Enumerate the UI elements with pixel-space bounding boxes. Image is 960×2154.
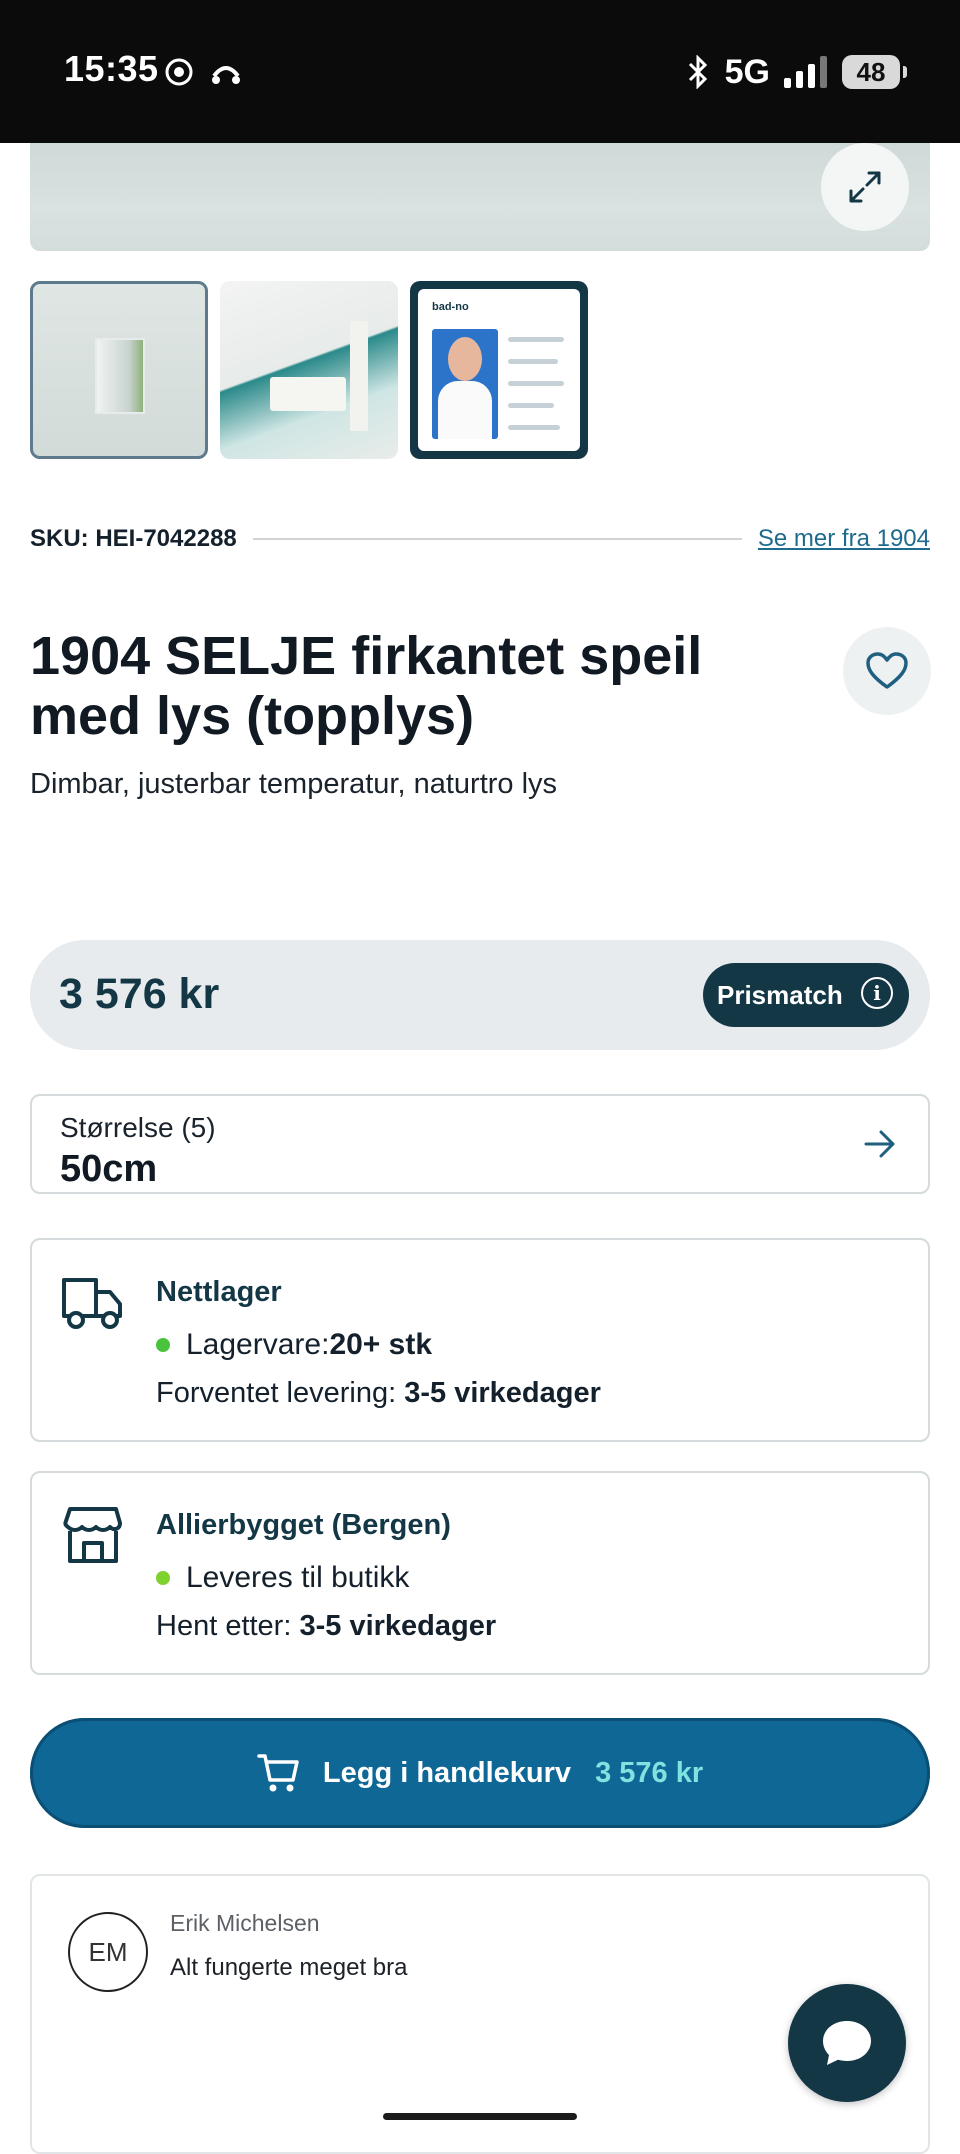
- reviewer-name: Erik Michelsen: [170, 1910, 320, 1936]
- brand-more-link[interactable]: Se mer fra 1904: [758, 525, 930, 553]
- mirror-image: [95, 338, 145, 414]
- person-shirt: [438, 381, 492, 439]
- pickup-prefix: Hent etter:: [156, 1610, 300, 1642]
- review-text: Alt fungerte meget bra: [170, 1954, 408, 1981]
- sku-text: SKU: HEI-7042288: [30, 525, 237, 552]
- pickup-value: 3-5 virkedager: [299, 1610, 497, 1642]
- add-to-cart-button[interactable]: Legg i handlekurv 3 576 kr: [30, 1718, 930, 1828]
- bluetooth-icon: [688, 55, 707, 89]
- vanity-cabinet-image: [270, 377, 346, 411]
- product-hero-image[interactable]: [30, 143, 930, 251]
- cart-icon: [257, 1754, 299, 1792]
- battery-level: 48: [856, 56, 886, 87]
- tall-cabinet-image: [350, 321, 368, 431]
- thumbnail-badno-info[interactable]: bad-no: [410, 281, 588, 459]
- product-title: 1904 SELJE firkantet speil med lys (topp…: [30, 626, 703, 746]
- heart-icon: [866, 652, 908, 689]
- thumbnail-mirror[interactable]: [30, 281, 208, 459]
- status-bar: 15:35 5G 48: [0, 0, 960, 143]
- chat-button[interactable]: [788, 1984, 906, 2102]
- store-icon: [63, 1507, 122, 1563]
- in-stock-dot: [156, 1338, 170, 1352]
- person-face: [448, 337, 482, 381]
- product-subtitle: Dimbar, justerbar temperatur, naturtro l…: [30, 768, 558, 800]
- sku-row: SKU: HEI-7042288 Se mer fra 1904: [30, 524, 930, 554]
- favorite-button[interactable]: [843, 627, 931, 715]
- online-delivery-eta: Forventet levering: 3-5 virkedager: [156, 1377, 601, 1410]
- battery-indicator: 48: [842, 55, 907, 89]
- store-pickup-eta: Hent etter: 3-5 virkedager: [156, 1610, 496, 1643]
- notification-icons: [165, 58, 240, 86]
- thumbnail-strip: bad-no: [30, 281, 588, 459]
- truck-icon: [62, 1278, 122, 1329]
- store-stock-title: Allierbygget (Bergen): [156, 1509, 451, 1541]
- thumbnail-bathroom[interactable]: [220, 281, 398, 459]
- info-line: [508, 359, 558, 364]
- eta-prefix: Forventet levering:: [156, 1377, 405, 1409]
- price: 3 576 kr: [59, 970, 220, 1018]
- status-time: 15:35: [64, 48, 159, 89]
- store-status-text: Leveres til butikk: [186, 1561, 410, 1594]
- signal-icon: [784, 56, 827, 88]
- delivery-dot: [156, 1571, 170, 1585]
- expand-image-button[interactable]: [821, 143, 909, 231]
- price-bar: 3 576 kr Prismatch i: [30, 940, 930, 1050]
- stock-status-prefix: Lagervare:: [186, 1328, 330, 1361]
- size-value: 50cm: [60, 1148, 158, 1190]
- info-line: [508, 403, 554, 408]
- online-stock-status: Lagervare: 20+ stk: [156, 1328, 432, 1362]
- store-stock-card: Allierbygget (Bergen) Leveres til butikk…: [30, 1471, 930, 1675]
- arrow-right-icon: [864, 1130, 895, 1158]
- store-stock-status: Leveres til butikk: [156, 1561, 409, 1595]
- size-label: Størrelse (5): [60, 1112, 216, 1143]
- expand-icon: [849, 171, 881, 203]
- home-indicator: [383, 2113, 577, 2120]
- online-stock-card: Nettlager Lagervare: 20+ stk Forventet l…: [30, 1238, 930, 1442]
- network-type: 5G: [724, 52, 770, 91]
- avatar: EM: [68, 1912, 148, 1992]
- avatar-initials: EM: [88, 1936, 128, 1967]
- size-selector[interactable]: Størrelse (5) 50cm: [30, 1094, 930, 1194]
- info-icon: i: [861, 977, 893, 1009]
- online-stock-title: Nettlager: [156, 1276, 282, 1308]
- cart-label: Legg i handlekurv: [322, 1756, 572, 1789]
- status-right: 5G 48: [685, 50, 907, 94]
- info-card-image: bad-no: [418, 289, 580, 451]
- stock-status-value: 20+ stk: [329, 1328, 433, 1361]
- info-line: [508, 337, 564, 342]
- badno-logo: bad-no: [432, 301, 469, 313]
- prismatch-label: Prismatch: [717, 979, 843, 1010]
- info-line: [508, 425, 560, 430]
- info-line: [508, 381, 564, 386]
- divider: [252, 538, 742, 540]
- prismatch-button[interactable]: Prismatch i: [703, 963, 909, 1027]
- eta-value: 3-5 virkedager: [404, 1377, 601, 1409]
- chat-bubble-icon: [823, 2021, 871, 2065]
- cart-price: 3 576 kr: [595, 1756, 704, 1789]
